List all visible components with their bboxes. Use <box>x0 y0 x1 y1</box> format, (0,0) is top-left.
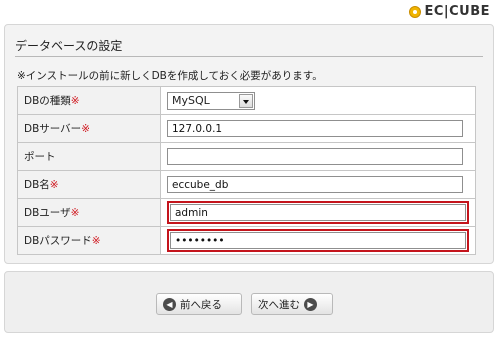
database-settings-panel: データベースの設定 ※インストールの前に新しくDBを作成しておく必要があります。… <box>4 24 494 264</box>
next-button-label: 次へ進む <box>258 298 300 311</box>
form-row-port: ポート <box>17 142 476 171</box>
db-type-value: MySQL <box>172 94 210 107</box>
db-user-label: DBユーザ※ <box>17 198 161 227</box>
required-mark: ※ <box>49 179 59 191</box>
db-name-input[interactable] <box>167 176 463 193</box>
db-user-input[interactable] <box>170 204 466 221</box>
db-password-input[interactable] <box>170 232 466 249</box>
title-divider <box>15 56 483 57</box>
navigation-footer: ◀ 前へ戻る 次へ進む ▶ <box>4 271 494 333</box>
db-server-label: DBサーバー※ <box>17 114 161 143</box>
db-server-input[interactable] <box>167 120 463 137</box>
logo-text: EC|CUBE <box>424 4 490 19</box>
arrow-right-circle-icon: ▶ <box>304 297 317 311</box>
eccube-logo: EC|CUBE <box>409 4 490 19</box>
required-mark: ※ <box>81 123 90 135</box>
form-row-db-type: DBの種類※ MySQL <box>17 86 476 115</box>
form-row-db-name: DB名※ <box>17 170 476 199</box>
form-row-db-server: DBサーバー※ <box>17 114 476 143</box>
required-mark: ※ <box>70 207 80 219</box>
install-notice: ※インストールの前に新しくDBを作成しておく必要があります。 <box>17 70 323 82</box>
db-password-label: DBパスワード※ <box>17 226 161 255</box>
port-label: ポート <box>17 142 161 171</box>
required-mark: ※ <box>70 95 80 107</box>
form-row-db-password: DBパスワード※ <box>17 226 476 255</box>
db-type-select[interactable]: MySQL <box>167 91 255 110</box>
port-input[interactable] <box>167 148 463 165</box>
back-button-label: 前へ戻る <box>180 298 222 311</box>
back-button[interactable]: ◀ 前へ戻る <box>156 293 242 315</box>
logo-mark-icon <box>409 5 422 18</box>
arrow-left-circle-icon: ◀ <box>163 297 176 311</box>
next-button[interactable]: 次へ進む ▶ <box>251 293 333 315</box>
section-title: データベースの設定 <box>15 39 123 53</box>
db-type-label: DBの種類※ <box>17 86 161 115</box>
form-row-db-user: DBユーザ※ <box>17 198 476 227</box>
db-password-highlight <box>167 229 469 252</box>
db-settings-form: DBの種類※ MySQL DBサーバー※ ポート DB名※ <box>17 86 476 255</box>
db-name-label: DB名※ <box>17 170 161 199</box>
db-user-highlight <box>167 201 469 224</box>
chevron-down-icon[interactable] <box>239 93 253 108</box>
required-mark: ※ <box>91 235 101 247</box>
